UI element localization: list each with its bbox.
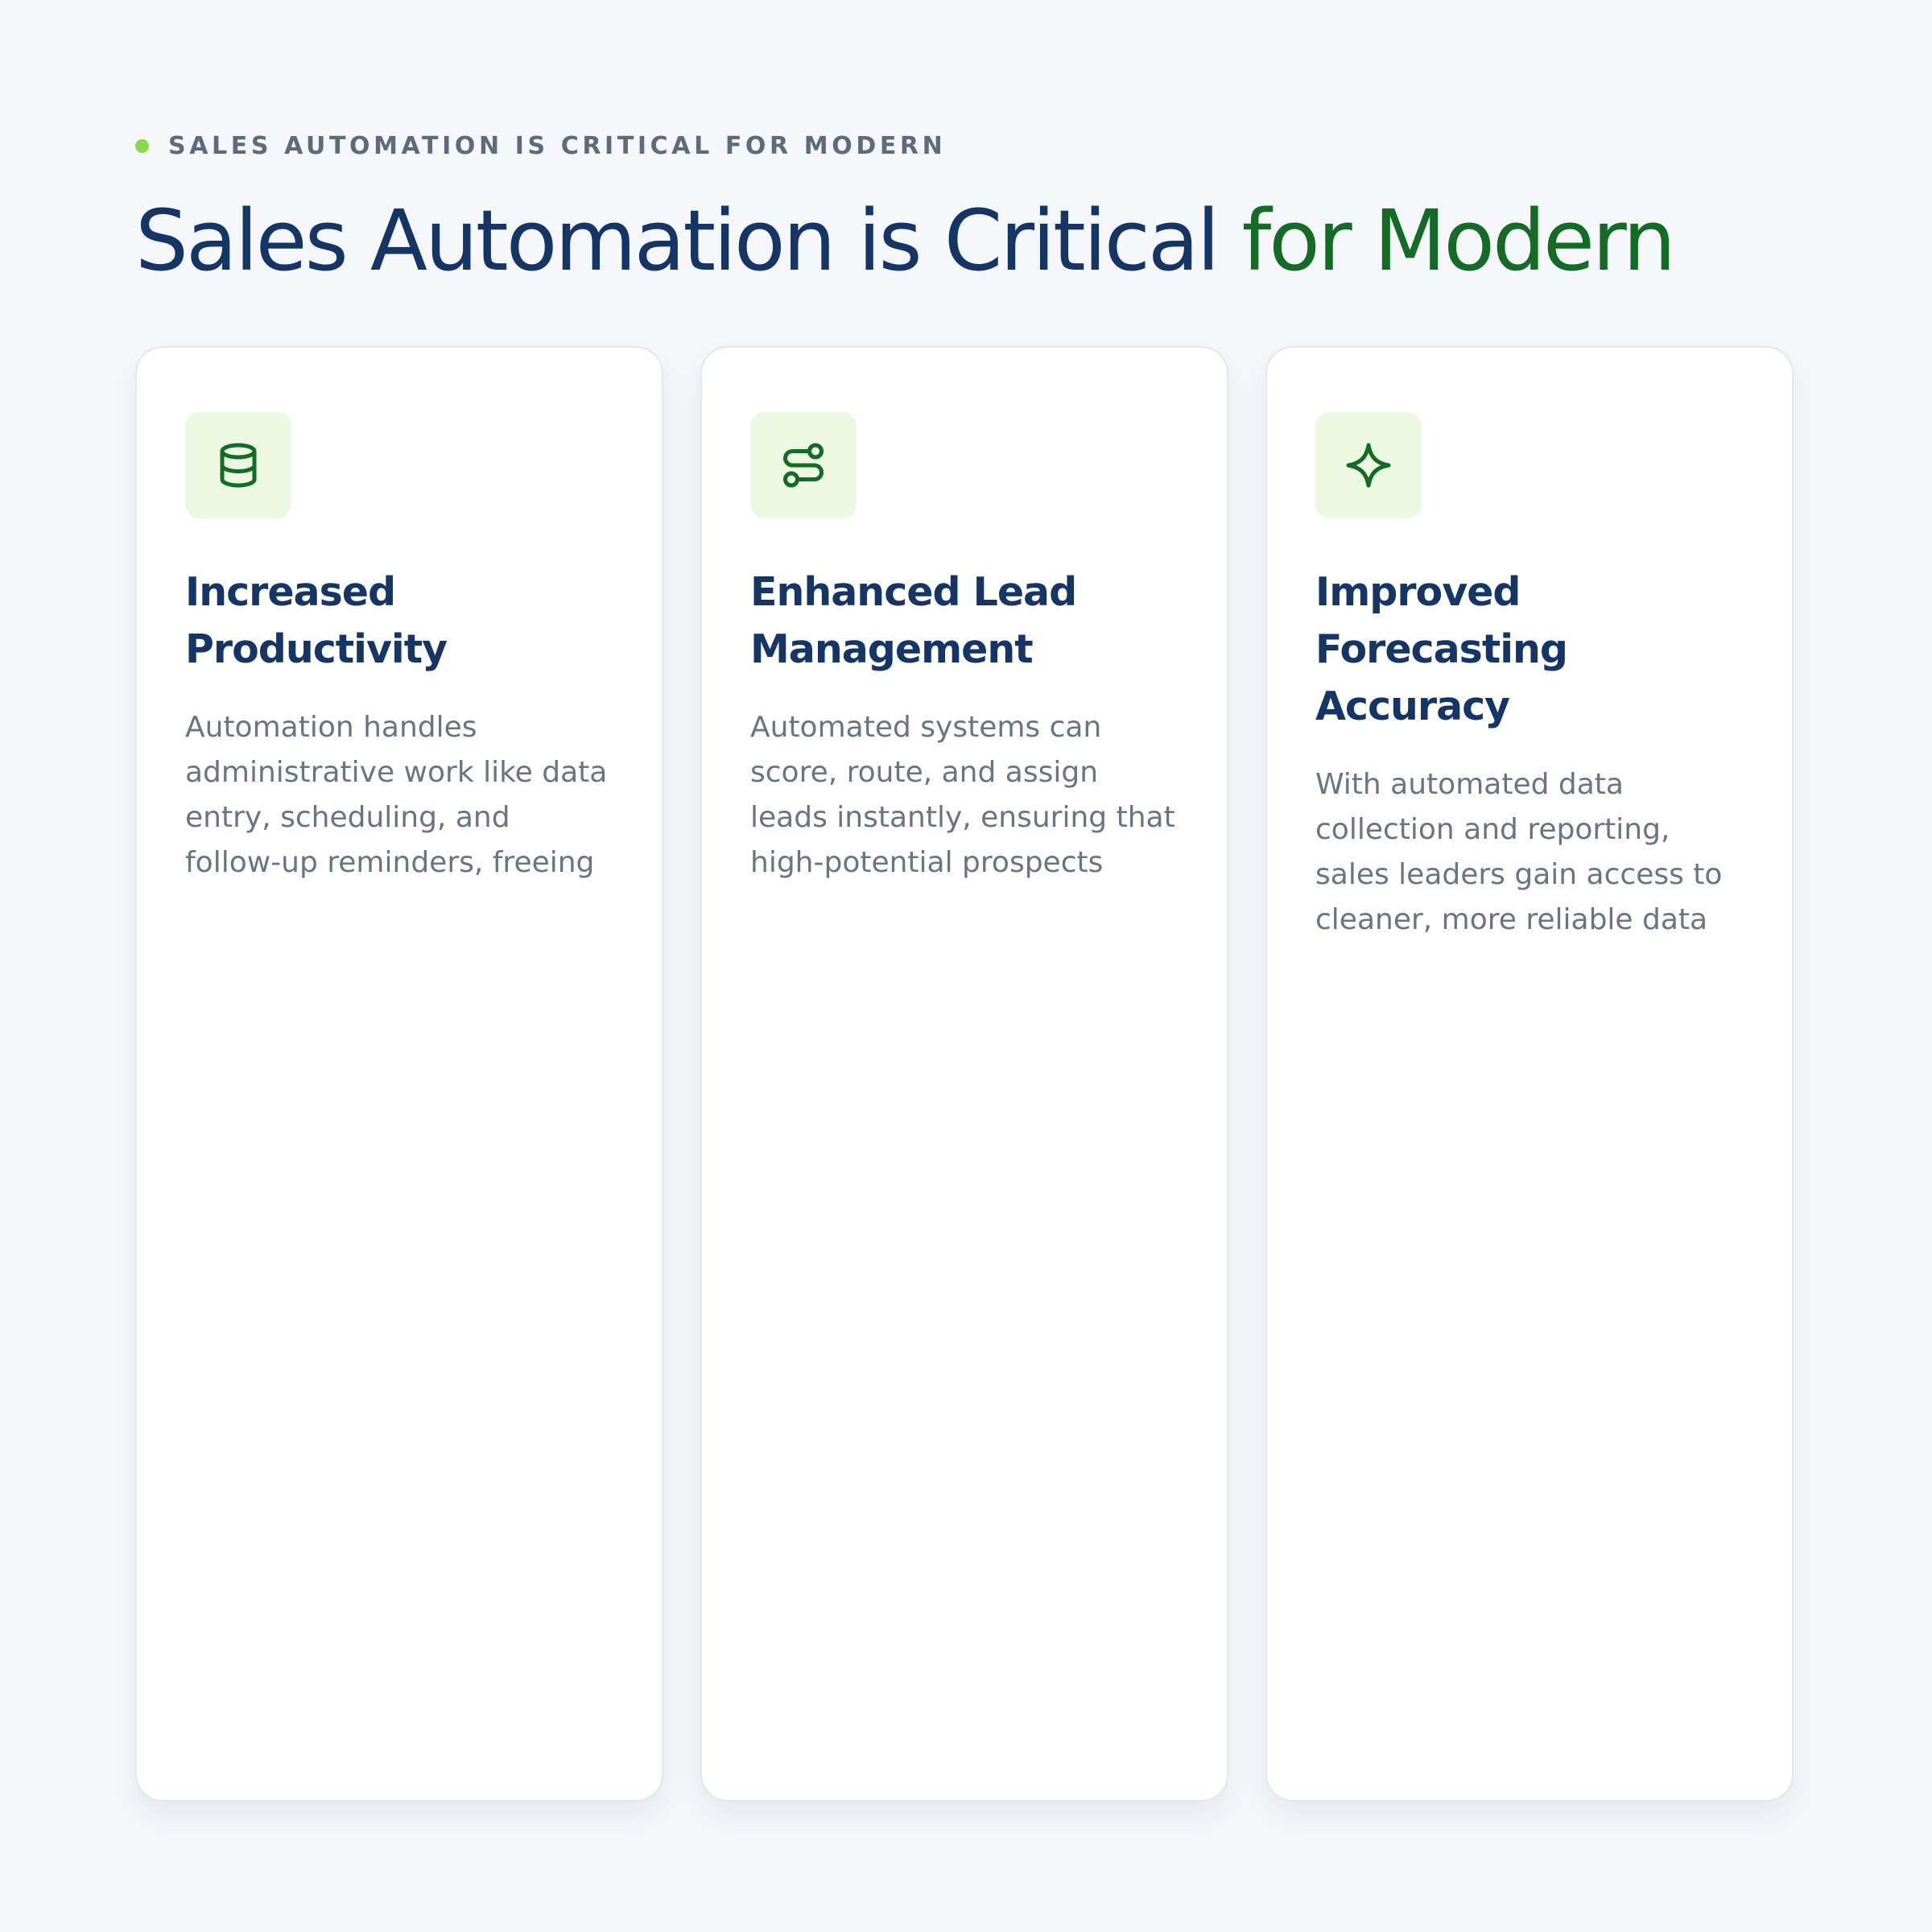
card-icon-box <box>750 412 857 518</box>
card-icon-box <box>185 412 291 518</box>
title-main: Sales Automation is Critical <box>135 192 1242 290</box>
card-icon-box <box>1315 412 1422 518</box>
card-description: With automated data collection and repor… <box>1315 768 1723 936</box>
card-improved-forecasting-accuracy[interactable]: Improved Forecasting Accuracy With autom… <box>1265 346 1794 1802</box>
card-title: Enhanced Lead Management <box>750 569 1077 672</box>
card-grid: Increased Productivity Automation handle… <box>135 346 1794 1802</box>
card-description: Automation handles administrative work l… <box>185 711 608 879</box>
sparkle-icon <box>1346 443 1391 488</box>
database-icon <box>220 443 257 488</box>
eyebrow-text: SALES AUTOMATION IS CRITICAL FOR MODERN <box>168 131 947 160</box>
page: SALES AUTOMATION IS CRITICAL FOR MODERN … <box>135 129 1797 1802</box>
card-enhanced-lead-management[interactable]: Enhanced Lead Management Automated syste… <box>700 346 1228 1802</box>
page-title: Sales Automation is Critical for Modern <box>135 195 1797 287</box>
route-icon <box>783 443 824 488</box>
card-description: Automated systems can score, route, and … <box>750 711 1175 879</box>
card-title: Improved Forecasting Accuracy <box>1315 569 1568 729</box>
eyebrow: SALES AUTOMATION IS CRITICAL FOR MODERN <box>135 129 1797 163</box>
eyebrow-dot <box>135 138 149 153</box>
card-title: Increased Productivity <box>185 569 448 672</box>
card-increased-productivity[interactable]: Increased Productivity Automation handle… <box>135 346 663 1802</box>
title-accent: for Modern <box>1241 192 1676 290</box>
